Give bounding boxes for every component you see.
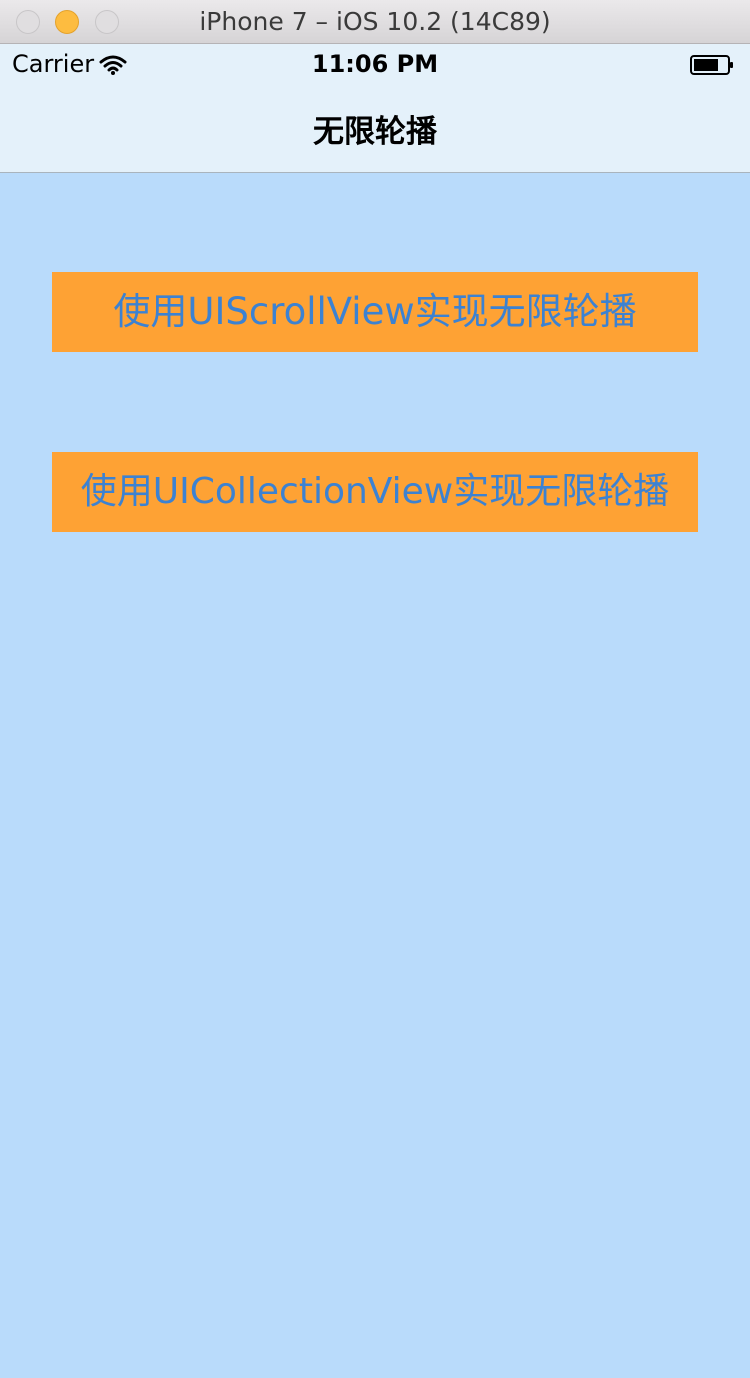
collectionview-carousel-button[interactable]: 使用UICollectionView实现无限轮播 — [52, 452, 698, 532]
main-content: 使用UIScrollView实现无限轮播 使用UICollectionView实… — [0, 173, 750, 1378]
scrollview-carousel-button[interactable]: 使用UIScrollView实现无限轮播 — [52, 272, 698, 352]
window-title: iPhone 7 – iOS 10.2 (14C89) — [199, 7, 551, 36]
navigation-bar: Carrier 11:06 PM 无限轮播 — [0, 44, 750, 173]
simulator-title-bar: iPhone 7 – iOS 10.2 (14C89) — [0, 0, 750, 44]
battery-icon — [690, 55, 734, 75]
status-time: 11:06 PM — [311, 50, 439, 78]
nav-title: 无限轮播 — [313, 114, 437, 150]
